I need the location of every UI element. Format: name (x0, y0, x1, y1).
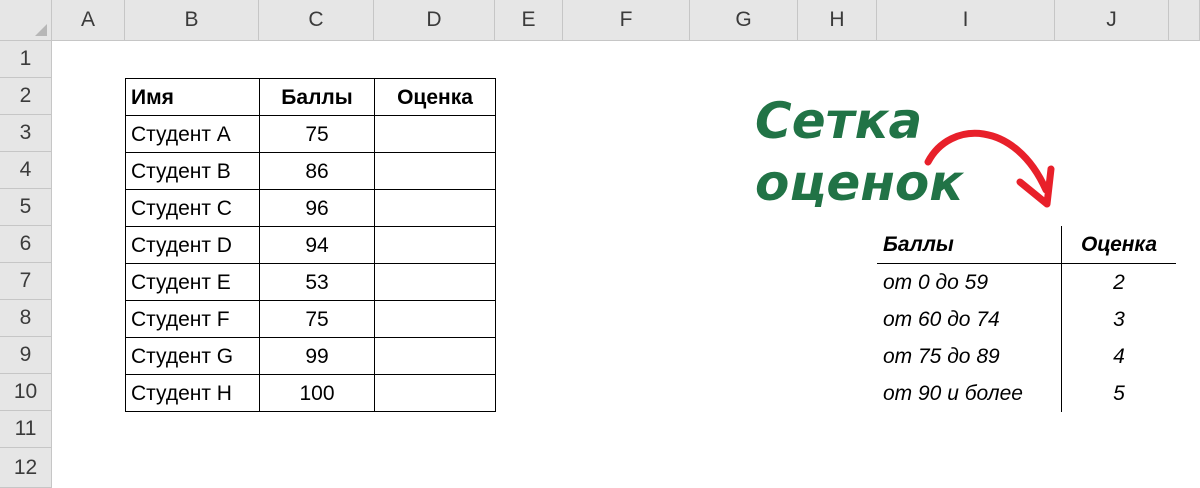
row-header-2[interactable]: 2 (0, 78, 52, 115)
grading-grade-cell[interactable]: 2 (1062, 264, 1177, 302)
students-table: Имя Баллы Оценка Студент A 75 Студент B … (125, 78, 496, 412)
column-header-d[interactable]: D (374, 0, 495, 41)
table-row: Студент G 99 (125, 337, 496, 375)
row-header-3[interactable]: 3 (0, 115, 52, 152)
table-row: Студент A 75 (125, 115, 496, 153)
table-header-row: Имя Баллы Оценка (125, 78, 496, 116)
grading-grade-cell[interactable]: 4 (1062, 338, 1177, 375)
grading-grade-header[interactable]: Оценка (1061, 226, 1176, 264)
grading-row: от 60 до 74 3 (877, 301, 1176, 338)
grading-row: от 0 до 59 2 (877, 263, 1177, 302)
row-header-10[interactable]: 10 (0, 374, 52, 411)
name-header-cell[interactable]: Имя (125, 78, 260, 116)
student-grade-cell[interactable] (374, 337, 496, 375)
column-header-c[interactable]: C (259, 0, 374, 41)
table-row: Студент C 96 (125, 189, 496, 227)
table-row: Студент B 86 (125, 152, 496, 190)
student-score-cell[interactable]: 75 (259, 300, 375, 338)
student-name-cell[interactable]: Студент E (125, 263, 260, 301)
student-grade-cell[interactable] (374, 374, 496, 412)
student-score-cell[interactable]: 94 (259, 226, 375, 264)
table-row: Студент H 100 (125, 374, 496, 412)
row-header-5[interactable]: 5 (0, 189, 52, 226)
row-header-1[interactable]: 1 (0, 41, 52, 78)
grade-header-cell[interactable]: Оценка (374, 78, 496, 116)
table-row: Студент E 53 (125, 263, 496, 301)
student-name-cell[interactable]: Студент F (125, 300, 260, 338)
curved-arrow-icon (924, 129, 1055, 208)
student-grade-cell[interactable] (374, 226, 496, 264)
student-name-cell[interactable]: Студент G (125, 337, 260, 375)
row-header-11[interactable]: 11 (0, 411, 52, 448)
grading-row: от 75 до 89 4 (877, 338, 1176, 375)
grading-grade-cell[interactable]: 5 (1062, 375, 1177, 412)
grading-range-cell[interactable]: от 90 и более (877, 375, 1062, 412)
student-name-cell[interactable]: Студент A (125, 115, 260, 153)
student-score-cell[interactable]: 99 (259, 337, 375, 375)
student-name-cell[interactable]: Студент D (125, 226, 260, 264)
student-score-cell[interactable]: 53 (259, 263, 375, 301)
student-score-cell[interactable]: 100 (259, 374, 375, 412)
student-score-cell[interactable]: 86 (259, 152, 375, 190)
table-row: Студент D 94 (125, 226, 496, 264)
student-grade-cell[interactable] (374, 300, 496, 338)
student-grade-cell[interactable] (374, 152, 496, 190)
grading-range-cell[interactable]: от 75 до 89 (877, 338, 1062, 375)
student-name-cell[interactable]: Студент B (125, 152, 260, 190)
grading-row: от 90 и более 5 (877, 375, 1176, 412)
student-name-cell[interactable]: Студент C (125, 189, 260, 227)
student-grade-cell[interactable] (374, 189, 496, 227)
row-header-8[interactable]: 8 (0, 300, 52, 337)
column-header-h[interactable]: H (798, 0, 877, 41)
row-header-9[interactable]: 9 (0, 337, 52, 374)
student-grade-cell[interactable] (374, 115, 496, 153)
student-score-cell[interactable]: 96 (259, 189, 375, 227)
select-all-corner[interactable] (0, 0, 52, 41)
grading-header-row: Баллы Оценка (877, 226, 1176, 264)
row-header-12[interactable]: 12 (0, 448, 52, 488)
select-all-icon (35, 24, 47, 36)
grading-range-cell[interactable]: от 0 до 59 (877, 263, 1062, 301)
grading-grade-cell[interactable]: 3 (1062, 301, 1177, 338)
row-header-4[interactable]: 4 (0, 152, 52, 189)
row-header-6[interactable]: 6 (0, 226, 52, 263)
score-header-cell[interactable]: Баллы (259, 78, 375, 116)
row-header-7[interactable]: 7 (0, 263, 52, 300)
column-header-f[interactable]: F (563, 0, 690, 41)
student-name-cell[interactable]: Студент H (125, 374, 260, 412)
column-header-k[interactable] (1169, 0, 1200, 41)
column-header-j[interactable]: J (1055, 0, 1169, 41)
column-header-i[interactable]: I (877, 0, 1055, 41)
student-score-cell[interactable]: 75 (259, 115, 375, 153)
column-header-g[interactable]: G (690, 0, 798, 41)
column-header-b[interactable]: B (125, 0, 259, 41)
student-grade-cell[interactable] (374, 263, 496, 301)
grading-score-header[interactable]: Баллы (877, 226, 1062, 264)
grading-range-cell[interactable]: от 60 до 74 (877, 301, 1062, 338)
column-header-e[interactable]: E (495, 0, 563, 41)
grading-scale-table: Баллы Оценка от 0 до 59 2 от 60 до 74 3 … (877, 226, 1176, 412)
table-row: Студент F 75 (125, 300, 496, 338)
column-header-a[interactable]: A (52, 0, 125, 41)
